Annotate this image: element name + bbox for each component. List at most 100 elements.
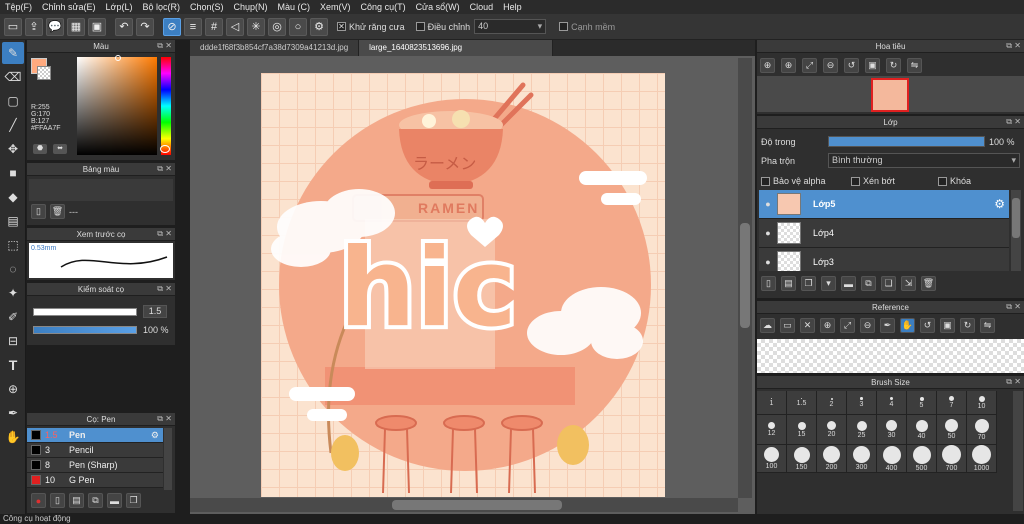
hue-handle[interactable] xyxy=(160,145,170,153)
copy-layer-icon[interactable]: ❐ xyxy=(801,276,816,291)
brush-size-cell[interactable]: 20 xyxy=(817,415,847,445)
saturation-value-picker[interactable] xyxy=(77,55,157,155)
brush-new-icon[interactable]: ▯ xyxy=(50,493,65,508)
float-icon[interactable]: ⧉ xyxy=(157,414,163,424)
grid-menu-icon[interactable]: ▦ xyxy=(67,17,85,36)
float-icon[interactable]: ⧉ xyxy=(157,164,163,174)
secondary-color-swatch[interactable] xyxy=(37,66,51,80)
brush-size-cell[interactable]: 50 xyxy=(937,415,967,445)
close-reference-icon[interactable]: ✕ xyxy=(800,318,815,333)
close-icon[interactable]: ✕ xyxy=(165,164,172,173)
concentric-icon[interactable]: ◎ xyxy=(268,17,286,36)
brush-size-cell[interactable]: 100 xyxy=(757,445,787,473)
float-icon[interactable]: ⧉ xyxy=(1006,377,1012,387)
eyedropper-icon[interactable]: ✒ xyxy=(880,318,895,333)
brush-add-icon[interactable]: ▤ xyxy=(69,493,84,508)
protect-alpha-checkbox[interactable] xyxy=(761,176,770,186)
delete-palette-icon[interactable]: 🗑 xyxy=(50,204,65,219)
lock-checkbox[interactable] xyxy=(938,176,947,186)
palette-swatch-area[interactable] xyxy=(29,179,173,201)
hue-slider[interactable] xyxy=(160,57,171,155)
menu-capture[interactable]: Chụp(N) xyxy=(229,2,273,12)
visibility-icon[interactable]: ● xyxy=(759,199,777,209)
flip-icon[interactable]: ⇋ xyxy=(980,318,995,333)
layer-row-4[interactable]: ● Lớp4 xyxy=(759,219,1009,248)
brush-size-cell[interactable]: 400 xyxy=(877,445,907,473)
grid-guide-icon[interactable]: # xyxy=(205,17,223,36)
brush-size-cell[interactable]: 4 xyxy=(877,391,907,415)
float-icon[interactable]: ⧉ xyxy=(1006,117,1012,127)
brush-item-pen[interactable]: 1.5 Pen ⚙ xyxy=(27,428,163,443)
brush-size-cell[interactable]: 12 xyxy=(757,415,787,445)
brush-size-cell[interactable]: 7 xyxy=(937,391,967,415)
layer-opacity-slider[interactable] xyxy=(828,136,985,147)
no-guide-icon[interactable]: ⊘ xyxy=(163,17,181,36)
merge-layer-icon[interactable]: ⧉ xyxy=(861,276,876,291)
eyedropper-icon[interactable]: ✒ xyxy=(2,402,24,424)
delete-layer-icon[interactable]: 🗑 xyxy=(921,276,936,291)
move-tool-icon[interactable]: ✥ xyxy=(2,138,24,160)
settings-gear-icon[interactable]: ⚙ xyxy=(310,17,328,36)
transfer-layer-icon[interactable]: ⇲ xyxy=(901,276,916,291)
select-eraser-icon[interactable]: ⊟ xyxy=(2,330,24,352)
text-tool-icon[interactable]: T xyxy=(2,354,24,376)
perspective-icon[interactable]: ◁ xyxy=(226,17,244,36)
menu-file[interactable]: Tệp(F) xyxy=(0,2,37,12)
menu-tools[interactable]: Công cụ(T) xyxy=(356,2,411,12)
close-icon[interactable]: ✕ xyxy=(1014,302,1021,311)
brush-size-cell[interactable]: 5 xyxy=(907,391,937,415)
antialias-toggle[interactable]: ✕ Khử răng cưa xyxy=(337,22,405,32)
add-layer-menu-icon[interactable]: ▾ xyxy=(821,276,836,291)
zoom-out-icon[interactable]: ⊖ xyxy=(860,318,875,333)
clipping-checkbox[interactable] xyxy=(851,176,860,186)
zoom-in-icon[interactable]: ⊕ xyxy=(760,58,775,73)
reset-rotation-icon[interactable]: ▣ xyxy=(865,58,880,73)
brush-size-cell[interactable]: 2 xyxy=(817,391,847,415)
brush-item-g-pen[interactable]: 10 G Pen xyxy=(27,473,163,488)
marquee-tool-icon[interactable]: ⬚ xyxy=(2,234,24,256)
close-icon[interactable]: ✕ xyxy=(165,284,172,293)
close-icon[interactable]: ✕ xyxy=(1014,377,1021,386)
float-icon[interactable]: ⧉ xyxy=(157,41,163,51)
layer-folder-icon[interactable]: ▬ xyxy=(841,276,856,291)
magic-wand-icon[interactable]: ✦ xyxy=(2,282,24,304)
protect-alpha-toggle[interactable]: Bảo vệ alpha xyxy=(761,176,826,186)
hand-tool-icon[interactable]: ✋ xyxy=(2,426,24,448)
tab-document-1[interactable]: ddde1f68f3b854cf7a38d7309a41213d.jpg xyxy=(190,40,360,56)
brush-item-pen-sharp[interactable]: 8 Pen (Sharp) xyxy=(27,458,163,473)
brush-duplicate-icon[interactable]: ❐ xyxy=(126,493,141,508)
float-icon[interactable]: ⧉ xyxy=(157,284,163,294)
brush-size-scrollbar[interactable] xyxy=(1013,391,1023,511)
brush-size-cell[interactable]: 3 xyxy=(847,391,877,415)
brush-size-cell[interactable]: 70 xyxy=(967,415,997,445)
hand-icon[interactable]: ✋ xyxy=(900,318,915,333)
fill-rect-icon[interactable]: ■ xyxy=(2,162,24,184)
select-rect-icon[interactable]: ▢ xyxy=(2,90,24,112)
brush-size-cell[interactable]: 40 xyxy=(907,415,937,445)
new-layer-halftone-icon[interactable]: ▤ xyxy=(781,276,796,291)
antialias-checkbox[interactable]: ✕ xyxy=(337,22,346,31)
color-mode-icon[interactable]: ⬣ xyxy=(33,144,47,154)
close-icon[interactable]: ✕ xyxy=(165,41,172,50)
brush-settings-gear-icon[interactable]: ⚙ xyxy=(151,430,159,441)
gradient-tool-icon[interactable]: ▤ xyxy=(2,210,24,232)
brush-size-cell[interactable]: 300 xyxy=(847,445,877,473)
brush-size-value[interactable]: 1.5 xyxy=(143,305,167,318)
new-palette-icon[interactable]: ▯ xyxy=(31,204,46,219)
tab-document-2[interactable]: large_1640823513696.jpg xyxy=(359,40,554,56)
float-icon[interactable]: ⧉ xyxy=(1006,41,1012,51)
artwork-canvas[interactable]: RAMEN ラーメン hic xyxy=(261,73,665,497)
float-icon[interactable]: ⧉ xyxy=(157,229,163,239)
eraser-tool-icon[interactable]: ⌫ xyxy=(2,66,24,88)
zoom-in-alt-icon[interactable]: ⊕ xyxy=(781,58,796,73)
soft-edge-toggle[interactable]: Cạnh mềm xyxy=(559,22,615,32)
cloud-icon[interactable]: ☁ xyxy=(760,318,775,333)
horizontal-scrollbar[interactable] xyxy=(190,498,738,512)
brush-size-cell[interactable]: 1000 xyxy=(967,445,997,473)
lasso-tool-icon[interactable]: ◌ xyxy=(2,258,24,280)
rotate-left-icon[interactable]: ↺ xyxy=(844,58,859,73)
soft-edge-checkbox[interactable] xyxy=(559,22,569,31)
zoom-out-icon[interactable]: ⊖ xyxy=(823,58,838,73)
fit-window-icon[interactable]: ⤢ xyxy=(802,58,817,73)
visibility-icon[interactable]: ● xyxy=(759,228,777,238)
